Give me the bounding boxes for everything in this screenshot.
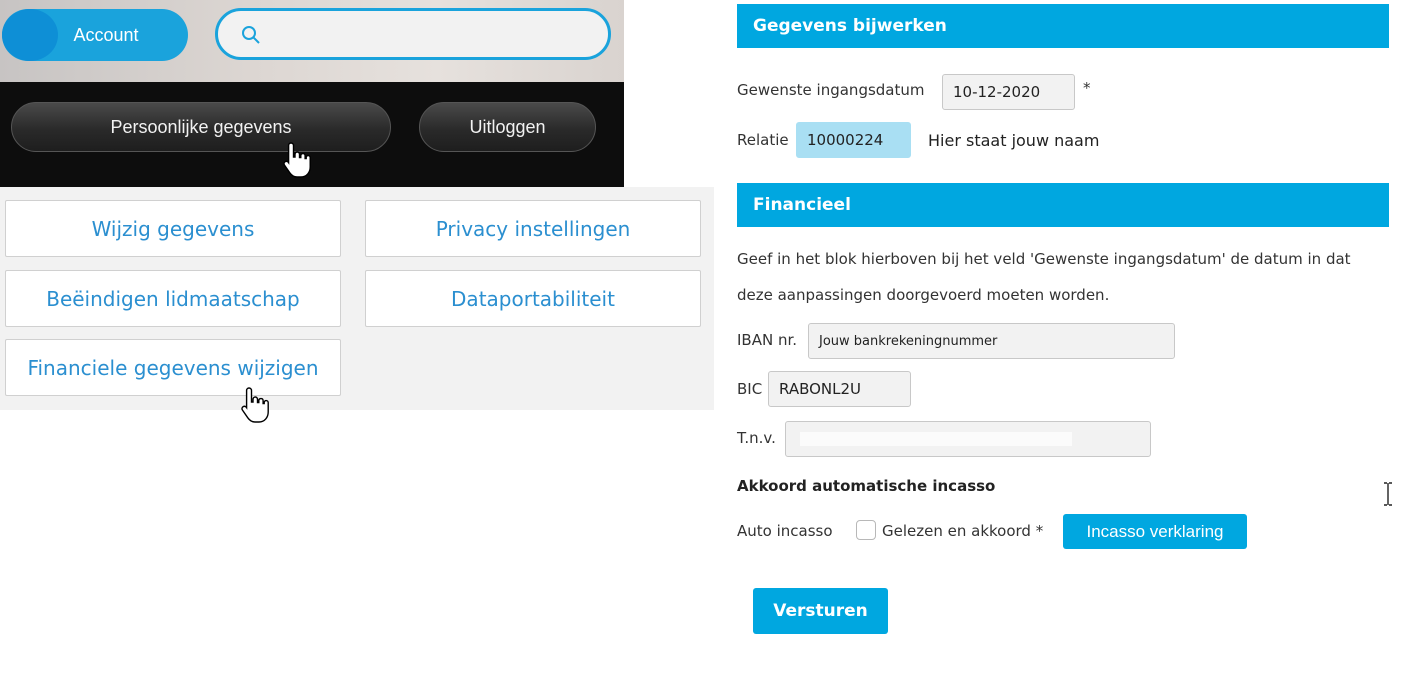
change-financial-data-label: Financiele gegevens wijzigen: [27, 355, 319, 380]
search-icon: [242, 26, 260, 44]
read-agree-label: Gelezen en akkoord *: [882, 522, 1044, 540]
read-agree-checkbox[interactable]: [856, 520, 876, 540]
start-date-label: Gewenste ingangsdatum: [737, 81, 925, 99]
change-data-label: Wijzig gegevens: [91, 216, 255, 241]
auto-debit-label: Auto incasso: [737, 522, 833, 540]
iban-label: IBAN nr.: [737, 331, 798, 349]
financial-header: Financieel: [737, 183, 1389, 227]
data-portability-label: Dataportabiliteit: [451, 286, 615, 311]
bic-field[interactable]: RABONL2U: [768, 371, 911, 407]
account-button-label: Account: [73, 24, 139, 45]
tnv-redaction: [800, 432, 1072, 446]
search-box[interactable]: [215, 8, 611, 60]
relation-number-field: 10000224: [796, 122, 911, 158]
iban-value: Jouw bankrekeningnummer: [819, 333, 998, 349]
privacy-settings-label: Privacy instellingen: [435, 216, 631, 241]
debit-statement-label: Incasso verklaring: [1086, 521, 1224, 541]
privacy-settings-tile[interactable]: Privacy instellingen: [365, 200, 701, 257]
debit-statement-button[interactable]: Incasso verklaring: [1063, 514, 1247, 549]
financial-title: Financieel: [753, 195, 851, 215]
submit-button[interactable]: Versturen: [753, 588, 888, 634]
iban-field[interactable]: Jouw bankrekeningnummer: [808, 323, 1175, 359]
required-asterisk: *: [1083, 79, 1091, 97]
data-portability-tile[interactable]: Dataportabiliteit: [365, 270, 701, 327]
hand-pointer-icon: [241, 387, 269, 423]
bic-value: RABONL2U: [779, 380, 862, 398]
submit-label: Versturen: [773, 601, 868, 621]
personal-data-button[interactable]: Persoonlijke gegevens: [11, 102, 391, 152]
start-date-field[interactable]: 10-12-2020: [942, 74, 1075, 110]
financial-info-line-2: deze aanpassingen doorgevoerd moeten wor…: [737, 286, 1110, 304]
account-avatar: [2, 9, 58, 61]
personal-data-label: Persoonlijke gegevens: [110, 116, 292, 137]
financial-info-line-1: Geef in het blok hierboven bij het veld …: [737, 250, 1351, 268]
top-header-bar: Account: [0, 0, 624, 82]
logout-button[interactable]: Uitloggen: [419, 102, 596, 152]
start-date-value: 10-12-2020: [953, 83, 1041, 101]
change-data-tile[interactable]: Wijzig gegevens: [5, 200, 341, 257]
text-cursor-icon: [1384, 482, 1392, 506]
end-membership-tile[interactable]: Beëindigen lidmaatschap: [5, 270, 341, 327]
end-membership-label: Beëindigen lidmaatschap: [46, 286, 300, 311]
account-nav-bar: Persoonlijke gegevens Uitloggen: [0, 82, 624, 187]
update-data-title: Gegevens bijwerken: [753, 16, 947, 36]
relation-name: Hier staat jouw naam: [928, 131, 1100, 150]
direct-debit-heading: Akkoord automatische incasso: [737, 477, 996, 495]
tnv-field[interactable]: [785, 421, 1151, 457]
hand-pointer-icon: [283, 142, 311, 178]
relation-label: Relatie: [737, 131, 789, 149]
logout-label: Uitloggen: [469, 116, 546, 137]
update-data-header: Gegevens bijwerken: [737, 4, 1389, 48]
relation-number-value: 10000224: [807, 131, 884, 149]
account-options-panel: Wijzig gegevens Privacy instellingen Beë…: [0, 187, 714, 410]
tnv-label: T.n.v.: [737, 429, 776, 447]
search-input[interactable]: [270, 17, 594, 53]
bic-label: BIC: [737, 380, 763, 398]
change-financial-data-tile[interactable]: Financiele gegevens wijzigen: [5, 339, 341, 396]
